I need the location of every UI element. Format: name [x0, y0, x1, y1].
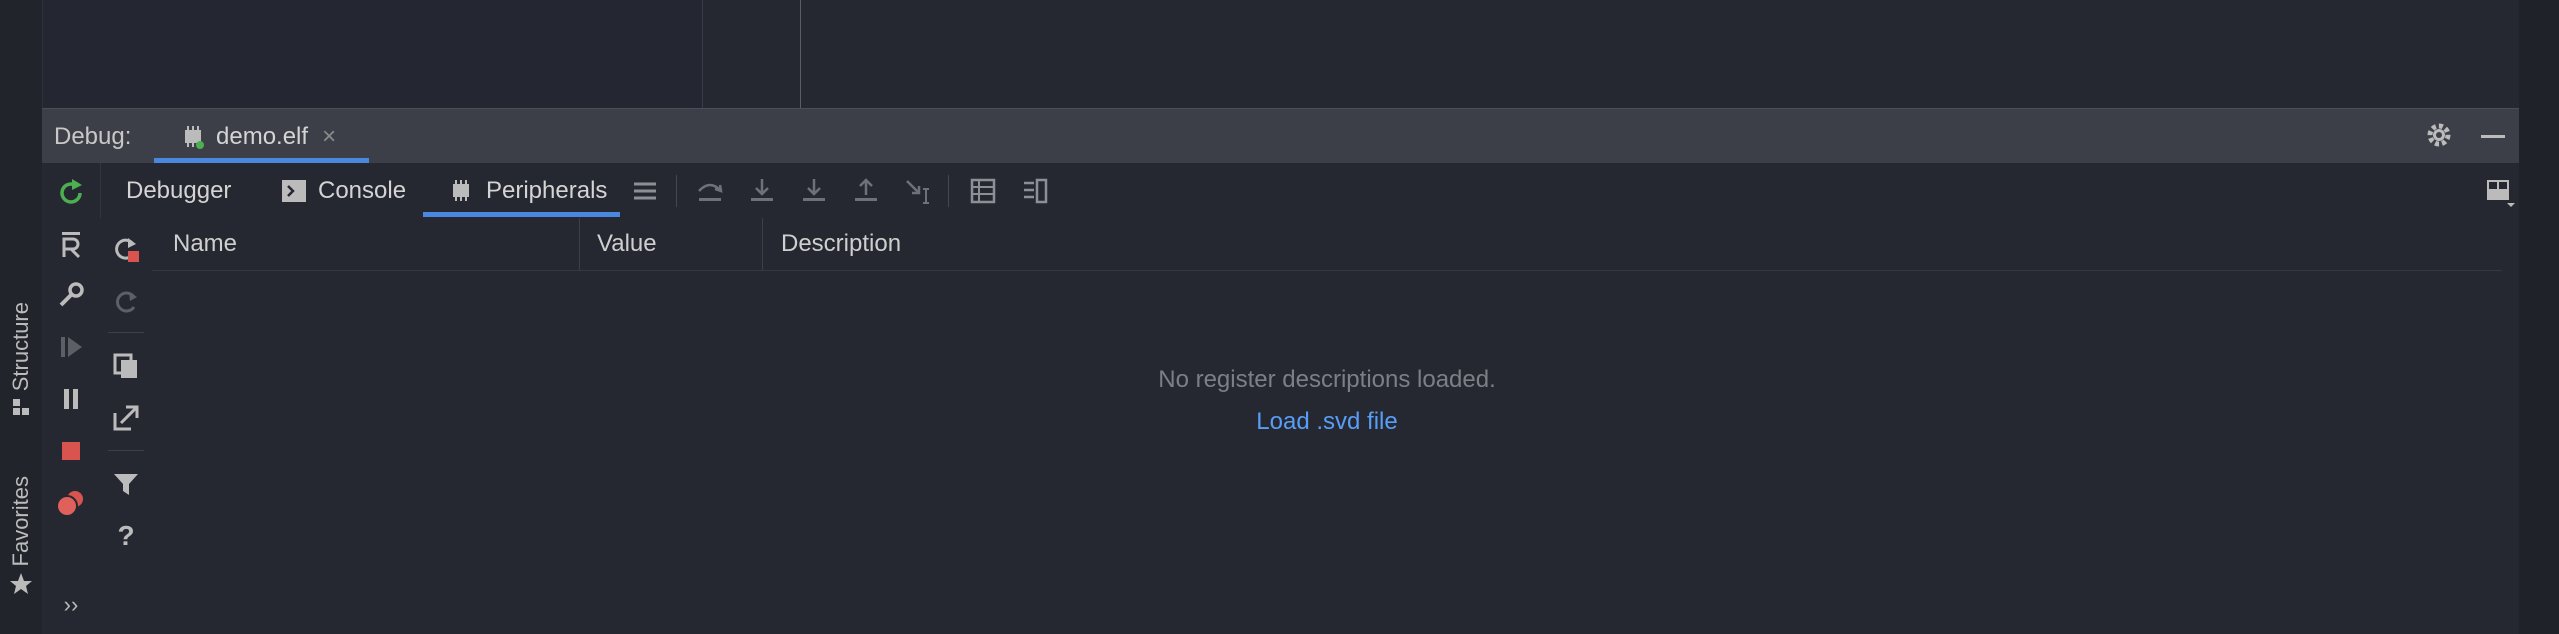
toolbar-separator [676, 175, 677, 207]
tab-debugger-label: Debugger [126, 176, 232, 204]
structure-tool-tab[interactable]: Structure [2, 302, 40, 417]
tab-console[interactable]: Console [282, 163, 406, 218]
side-separator [108, 332, 144, 333]
column-separator[interactable] [762, 218, 763, 270]
minimize-icon[interactable] [2481, 135, 2505, 138]
right-gutter [2519, 0, 2559, 634]
help-icon[interactable]: ? [106, 516, 146, 556]
column-separator[interactable] [579, 218, 580, 270]
refresh-icon[interactable] [106, 282, 146, 322]
refresh-stop-icon[interactable] [106, 230, 146, 270]
active-tab-underline [423, 212, 620, 217]
column-header-value[interactable]: Value [597, 218, 657, 270]
debug-tool-window-header: Debug: demo.elf × [42, 108, 2519, 164]
toolbar-separator [948, 175, 949, 207]
pause-icon[interactable] [51, 379, 91, 419]
gear-icon[interactable] [2425, 121, 2453, 149]
favorites-tab-label: Favorites [8, 476, 33, 567]
resume-icon[interactable] [51, 327, 91, 367]
export-icon[interactable] [106, 398, 146, 438]
peripherals-side-toolbar: ? [100, 218, 153, 634]
more-chevron-icon[interactable]: ›› [51, 585, 91, 625]
wrench-icon[interactable] [51, 275, 91, 315]
star-icon [9, 572, 33, 596]
debug-label: Debug: [54, 123, 132, 150]
empty-state-message: No register descriptions loaded. [1158, 366, 1496, 393]
threads-menu-icon[interactable] [632, 178, 658, 204]
step-over-icon[interactable] [696, 177, 724, 205]
filter-icon[interactable] [106, 464, 146, 504]
debug-tab-bar: Debugger Console Peripherals [100, 163, 2519, 219]
tab-peripherals-label: Peripherals [486, 176, 608, 204]
column-header-name[interactable]: Name [173, 218, 237, 270]
editor-left-pane [42, 0, 703, 108]
chip-icon [448, 178, 474, 204]
step-out-icon[interactable] [852, 177, 880, 205]
tab-debugger[interactable]: Debugger [126, 163, 231, 218]
layout-settings-icon[interactable] [2485, 177, 2517, 209]
tab-console-label: Console [318, 176, 407, 204]
stop-icon[interactable] [51, 431, 91, 471]
structure-icon [11, 397, 31, 417]
session-name: demo.elf [216, 122, 309, 150]
structure-tab-label: Structure [8, 302, 33, 392]
left-tool-stripe: Structure Favorites [0, 0, 43, 634]
console-icon [282, 179, 306, 202]
table-header: Name Value Description [152, 218, 2502, 271]
copy-icon[interactable] [106, 346, 146, 386]
reset-icon[interactable] [51, 225, 91, 265]
restore-layout-icon[interactable] [1022, 178, 1048, 204]
rerun-icon[interactable] [51, 173, 91, 213]
column-header-description[interactable]: Description [781, 218, 901, 270]
step-into-icon[interactable] [748, 177, 776, 205]
debug-session-tab[interactable]: demo.elf × [154, 109, 369, 164]
debug-action-toolbar: ›› [42, 163, 101, 634]
favorites-tool-tab[interactable]: Favorites [2, 476, 40, 596]
close-session-icon[interactable]: × [322, 123, 336, 151]
load-svd-link-text[interactable]: Load .svd file [1256, 408, 1397, 435]
evaluate-expression-icon[interactable] [970, 178, 996, 204]
run-to-cursor-icon[interactable] [904, 177, 932, 205]
side-separator [108, 450, 144, 451]
view-breakpoints-icon[interactable] [51, 483, 91, 523]
editor-right-margin-line [800, 0, 801, 108]
chip-icon [180, 124, 206, 150]
force-step-into-icon[interactable] [800, 177, 828, 205]
peripherals-panel: Name Value Description No register descr… [152, 218, 2519, 634]
load-svd-link[interactable]: Load .svd file [152, 408, 2502, 436]
tab-peripherals[interactable]: Peripherals [448, 163, 607, 218]
